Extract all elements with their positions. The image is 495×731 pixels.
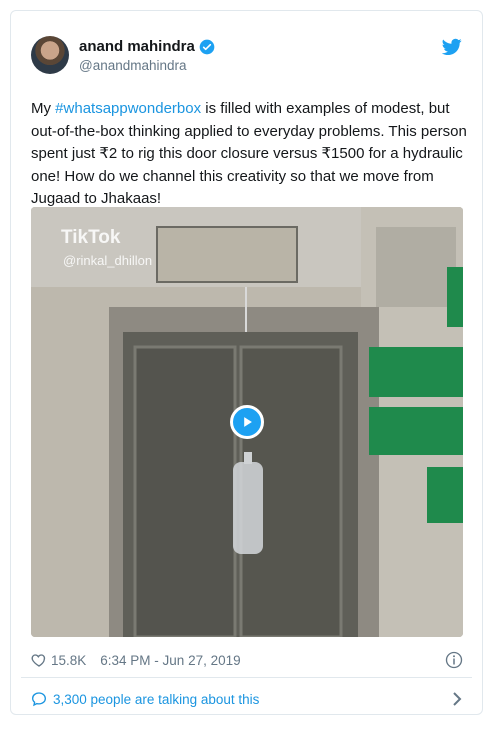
- tweet-timestamp[interactable]: 6:34 PM - Jun 27, 2019: [100, 653, 240, 668]
- author-name-row[interactable]: anand mahindra: [79, 38, 215, 55]
- like-count[interactable]: 15.8K: [51, 653, 86, 668]
- video-player[interactable]: TikTok @rinkal_dhillon: [31, 207, 463, 637]
- verified-icon: [199, 39, 215, 55]
- author-display-name[interactable]: anand mahindra: [79, 38, 195, 55]
- tweet-text: My #whatsappwonderbox is filled with exa…: [31, 98, 469, 211]
- hashtag-link[interactable]: #whatsappwonderbox: [55, 100, 201, 117]
- tweet-text-start: My: [31, 100, 56, 117]
- tweet-header: anand mahindra @anandmahindra: [31, 36, 462, 86]
- conversation-link[interactable]: 3,300 people are talking about this: [31, 687, 463, 711]
- tiktok-username: @rinkal_dhillon: [63, 253, 153, 268]
- tiktok-brand: TikTok: [61, 227, 121, 248]
- tweet-card: anand mahindra @anandmahindra My #whatsa…: [10, 10, 483, 715]
- heart-icon[interactable]: [31, 652, 47, 668]
- info-icon[interactable]: [445, 651, 463, 669]
- comment-icon: [31, 692, 47, 707]
- play-button[interactable]: [230, 405, 264, 439]
- divider: [21, 677, 472, 678]
- tiktok-watermark: TikTok @rinkal_dhillon: [61, 227, 152, 268]
- twitter-bird-icon[interactable]: [441, 38, 462, 56]
- play-icon: [244, 417, 252, 427]
- author-handle[interactable]: @anandmahindra: [79, 58, 187, 73]
- avatar[interactable]: [31, 36, 69, 74]
- conversation-text[interactable]: 3,300 people are talking about this: [53, 692, 259, 707]
- tweet-meta: 15.8K 6:34 PM - Jun 27, 2019: [31, 649, 463, 671]
- chevron-right-icon[interactable]: [451, 691, 463, 707]
